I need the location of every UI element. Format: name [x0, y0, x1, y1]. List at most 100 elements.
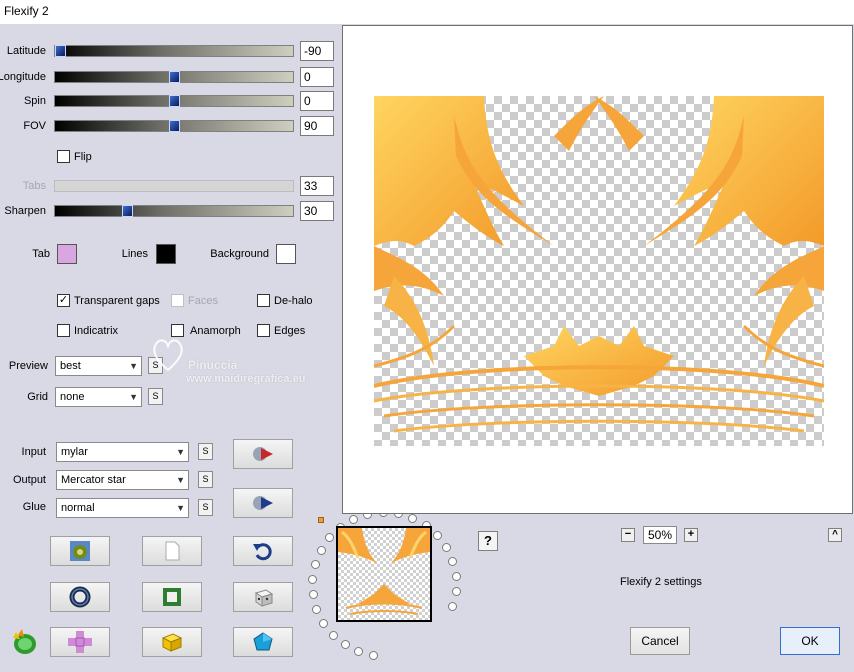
longitude-slider[interactable]	[54, 71, 294, 83]
flip-label: Flip	[74, 151, 92, 163]
collapse-button[interactable]: ^	[828, 528, 842, 542]
glue-s-button[interactable]: S	[198, 499, 213, 516]
latitude-label: Latitude	[6, 45, 46, 57]
fov-slider[interactable]	[54, 120, 294, 132]
spin-input[interactable]: 0	[300, 91, 334, 111]
faces-label: Faces	[188, 295, 218, 307]
new-document-button[interactable]	[142, 536, 202, 566]
latitude-input[interactable]: -90	[300, 41, 334, 61]
ok-button[interactable]: OK	[780, 627, 840, 655]
spin-label: Spin	[23, 95, 46, 107]
dial-dot[interactable]	[451, 587, 461, 597]
glue-select[interactable]: normal ▼	[56, 498, 189, 518]
dial-dot[interactable]	[408, 513, 418, 523]
glue-select-value: normal	[61, 502, 95, 514]
latitude-slider-thumb[interactable]	[55, 45, 66, 57]
dial-dot[interactable]	[310, 560, 320, 570]
chevron-down-icon: ▼	[176, 503, 185, 513]
lines-color-swatch[interactable]	[156, 244, 176, 264]
play-forward-icon	[253, 447, 273, 461]
tab-color-swatch[interactable]	[57, 244, 77, 264]
randomize-button[interactable]	[50, 536, 110, 566]
dial-dot[interactable]	[316, 546, 326, 555]
zoom-out-button[interactable]: −	[621, 528, 635, 542]
dial-dot[interactable]	[432, 531, 442, 541]
frame-icon	[163, 588, 181, 606]
longitude-label: Longitude	[0, 71, 46, 83]
heart-logo-icon	[153, 339, 183, 372]
flip-checkbox[interactable]	[57, 150, 70, 163]
output-select[interactable]: Mercator star ▼	[56, 470, 189, 490]
de-halo-checkbox[interactable]	[257, 294, 270, 307]
tabs-slider	[54, 180, 294, 192]
edges-checkbox[interactable]	[257, 324, 270, 337]
dial-dot[interactable]	[308, 590, 318, 600]
dial-dot[interactable]	[368, 651, 378, 661]
undo-arrow-icon	[253, 543, 272, 561]
glue-label: Glue	[22, 501, 46, 513]
fov-slider-thumb[interactable]	[169, 120, 180, 132]
dial-dot[interactable]	[442, 543, 452, 553]
transparent-gaps-checkbox[interactable]: ✓	[57, 294, 70, 307]
background-color-label: Background	[210, 248, 269, 260]
lines-color-label: Lines	[121, 248, 148, 260]
cancel-button[interactable]: Cancel	[630, 627, 690, 655]
dial-dot[interactable]	[319, 618, 329, 628]
preview-select[interactable]: best ▼	[55, 356, 142, 376]
thumbnail-art	[338, 528, 430, 615]
dial-dot[interactable]	[354, 647, 364, 657]
dice-button[interactable]	[233, 582, 293, 612]
zoom-in-button[interactable]: +	[684, 528, 698, 542]
dial-dot[interactable]	[308, 575, 318, 585]
sharpen-slider[interactable]	[54, 205, 294, 217]
preview-label: Preview	[8, 360, 48, 372]
sharpen-slider-thumb[interactable]	[122, 205, 133, 217]
spin-slider[interactable]	[54, 95, 294, 107]
play-animation-button[interactable]	[233, 439, 293, 469]
sharpen-input[interactable]: 30	[300, 201, 334, 221]
fov-input[interactable]: 90	[300, 116, 334, 136]
preview-select-value: best	[60, 360, 81, 372]
thumbnail-preview[interactable]	[336, 526, 432, 622]
help-button[interactable]: ?	[478, 531, 498, 551]
cross-button[interactable]	[50, 627, 110, 657]
dial-dot[interactable]	[340, 640, 350, 650]
play-reverse-button[interactable]	[233, 488, 293, 518]
dial-dot[interactable]	[312, 605, 322, 615]
input-s-button[interactable]: S	[198, 443, 213, 460]
grid-select[interactable]: none ▼	[55, 387, 142, 407]
frame-button[interactable]	[142, 582, 202, 612]
flaming-pear-logo-icon	[8, 626, 38, 659]
title-bar: Flexify 2	[0, 0, 854, 24]
ring-button[interactable]	[50, 582, 110, 612]
dial-dot[interactable]	[451, 572, 461, 582]
dial-dot[interactable]	[325, 533, 335, 543]
dial-dot[interactable]	[349, 514, 359, 524]
ring-icon	[69, 586, 91, 608]
spin-slider-thumb[interactable]	[169, 95, 180, 107]
background-color-swatch[interactable]	[276, 244, 296, 264]
longitude-slider-thumb[interactable]	[169, 71, 180, 83]
latitude-slider[interactable]	[54, 45, 294, 57]
output-s-button[interactable]: S	[198, 471, 213, 488]
pentagon-button[interactable]	[233, 627, 293, 657]
de-halo-label: De-halo	[274, 295, 313, 307]
anamorph-label: Anamorph	[190, 325, 241, 337]
tabs-input[interactable]: 33	[300, 176, 334, 196]
blue-pentagon-icon	[253, 632, 273, 651]
input-select[interactable]: mylar ▼	[56, 442, 189, 462]
window-title: Flexify 2	[4, 4, 49, 18]
chevron-down-icon: ▼	[129, 361, 138, 371]
preview-image	[374, 96, 824, 446]
indicatrix-checkbox[interactable]	[57, 324, 70, 337]
dial-dot[interactable]	[448, 602, 458, 612]
dial-dot[interactable]	[328, 630, 338, 640]
faces-checkbox	[171, 294, 184, 307]
longitude-input[interactable]: 0	[300, 67, 334, 87]
grid-select-value: none	[60, 391, 85, 403]
dial-dot[interactable]	[448, 557, 458, 567]
polyhedron-button[interactable]	[142, 627, 202, 657]
watermark: Pinuccia www.maidiregrafica.eu	[152, 339, 352, 400]
undo-button[interactable]	[233, 536, 293, 566]
sharpen-label: Sharpen	[4, 205, 46, 217]
